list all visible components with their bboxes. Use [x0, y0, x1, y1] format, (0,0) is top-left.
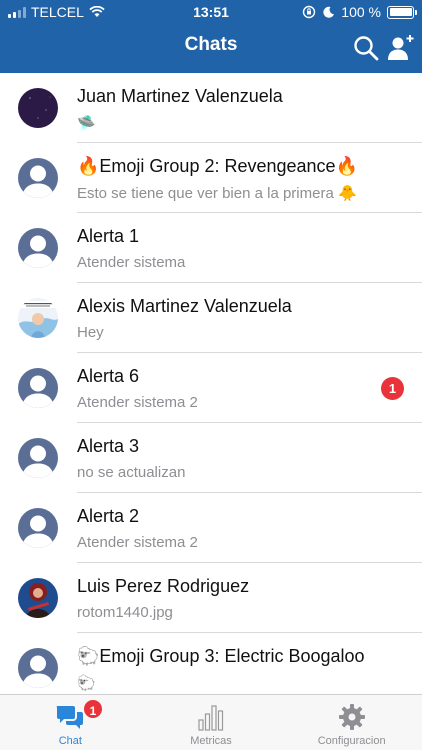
orientation-lock-icon: [303, 5, 316, 19]
bar-chart-icon: [196, 703, 226, 731]
chat-preview: Hey: [77, 324, 104, 341]
avatar: [18, 88, 58, 128]
default-avatar-icon: [18, 228, 58, 268]
status-bar: TELCEL 13:51 100 %: [0, 0, 422, 24]
chat-preview: 🐑: [77, 675, 96, 692]
chat-name: 🔥Emoji Group 2: Revengeance🔥: [77, 156, 358, 176]
tab-label: Configuracion: [317, 735, 386, 747]
tab-label: Chat: [58, 735, 82, 747]
chat-name: Alerta 2: [77, 506, 140, 526]
chat-preview: Atender sistema 2: [77, 534, 198, 551]
chat-name: Alerta 1: [77, 226, 140, 246]
gear-icon: [337, 703, 367, 731]
battery-icon: [387, 5, 417, 19]
default-avatar-icon: [18, 368, 58, 408]
chat-preview: no se actualizan: [77, 464, 186, 481]
avatar: [18, 578, 58, 618]
tab-chat[interactable]: 1 Chat: [0, 695, 141, 750]
default-avatar-icon: [18, 438, 58, 478]
tab-label: Metricas: [190, 735, 232, 747]
tab-configuracion[interactable]: Configuracion: [281, 695, 422, 750]
default-avatar-icon: [18, 158, 58, 198]
chat-name: Alerta 3: [77, 436, 140, 456]
chat-name: 🐑Emoji Group 3: Electric Boogaloo: [77, 646, 365, 666]
tab-badge: 1: [82, 698, 104, 720]
default-avatar-icon: [18, 648, 58, 688]
chat-row[interactable]: Alerta 1 Atender sistema: [0, 213, 422, 283]
tab-metricas[interactable]: Metricas: [141, 695, 282, 750]
battery-percent: 100 %: [341, 4, 381, 20]
avatar: [18, 298, 58, 338]
chat-row[interactable]: Alerta 3 no se actualizan: [0, 423, 422, 493]
chat-name: Alerta 6: [77, 366, 140, 386]
chat-name: Luis Perez Rodriguez: [77, 576, 250, 596]
unread-badge: 1: [381, 377, 404, 400]
chat-list: Juan Martinez Valenzuela 🛸 🔥Emoji Group …: [0, 73, 422, 694]
chat-preview: Esto se tiene que ver bien a la primera …: [77, 185, 357, 202]
top-bar: TELCEL 13:51 100 % Chats: [0, 0, 422, 73]
do-not-disturb-icon: [323, 6, 335, 18]
chat-name: Alexis Martinez Valenzuela: [77, 296, 292, 316]
search-icon[interactable]: [352, 34, 380, 62]
add-user-icon[interactable]: [386, 34, 414, 62]
chat-name: Juan Martinez Valenzuela: [77, 86, 283, 106]
chat-row[interactable]: Alexis Martinez Valenzuela Hey: [0, 283, 422, 353]
chat-preview: rotom1440.jpg: [77, 604, 173, 621]
chat-row[interactable]: 🔥Emoji Group 2: Revengeance🔥 Esto se tie…: [0, 143, 422, 213]
default-avatar-icon: [18, 508, 58, 548]
chat-bubbles-icon: [55, 703, 85, 731]
chat-row[interactable]: Alerta 2 Atender sistema 2: [0, 493, 422, 563]
chat-row[interactable]: Alerta 6 Atender sistema 2 1: [0, 353, 422, 423]
chat-row[interactable]: Luis Perez Rodriguez rotom1440.jpg: [0, 563, 422, 633]
chat-preview: Atender sistema 2: [77, 394, 198, 411]
chat-row[interactable]: 🐑Emoji Group 3: Electric Boogaloo 🐑: [0, 633, 422, 694]
chat-preview: 🛸: [77, 115, 96, 132]
chat-row[interactable]: Juan Martinez Valenzuela 🛸: [0, 73, 422, 143]
chat-preview: Atender sistema: [77, 254, 186, 271]
tab-bar: 1 Chat Metricas Configuracion: [0, 694, 422, 750]
